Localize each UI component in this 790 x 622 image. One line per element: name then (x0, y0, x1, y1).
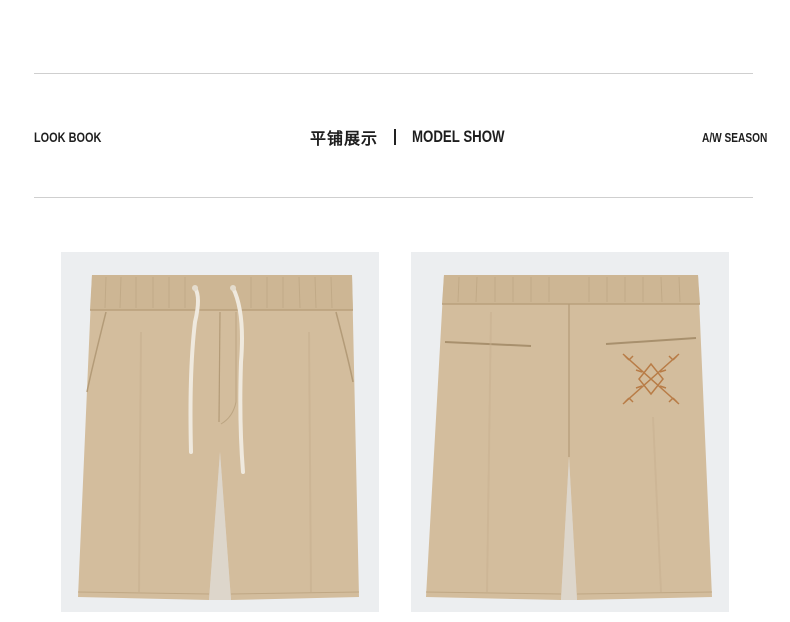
top-divider (34, 73, 753, 74)
section-title-en: MODEL SHOW (412, 127, 505, 146)
section-title-cn: 平铺展示 (310, 129, 379, 148)
bottom-divider (34, 197, 753, 198)
shorts-front-image (61, 252, 379, 612)
title-separator (394, 129, 397, 145)
section-title: 平铺展示 MODEL SHOW (310, 125, 531, 149)
shorts-back-image (411, 252, 729, 612)
season-label: A/W SEASON (702, 130, 768, 145)
look-book-label: LOOK BOOK (34, 129, 102, 145)
